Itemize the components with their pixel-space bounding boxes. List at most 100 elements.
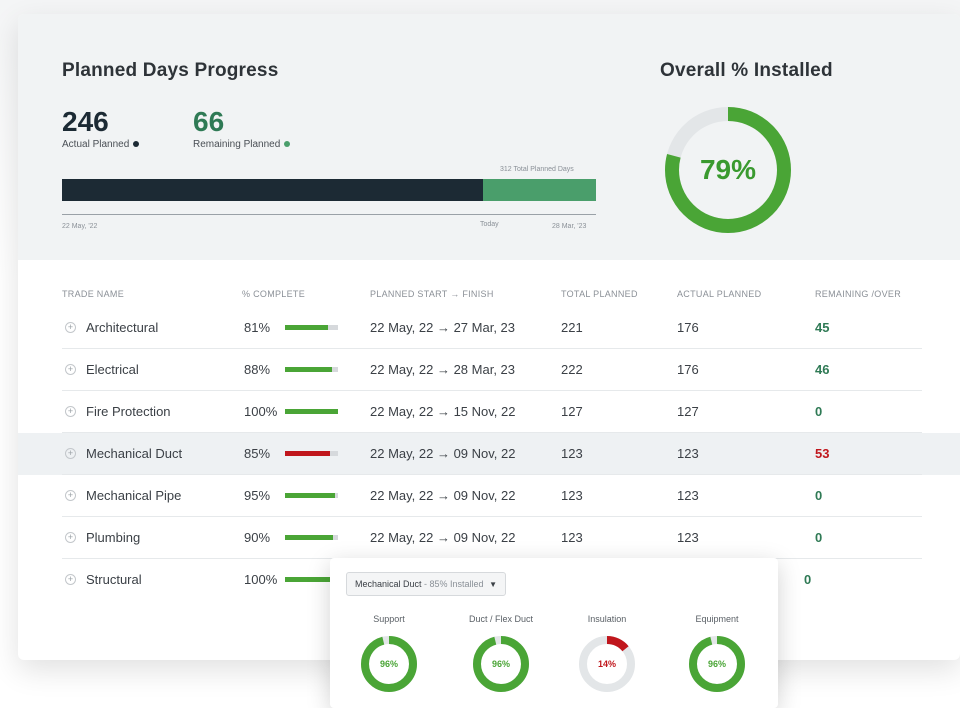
actual-planned-value: 246 — [62, 106, 109, 137]
trade-name: Mechanical Duct — [86, 446, 183, 461]
percent-complete: 100% — [244, 404, 278, 419]
remaining-over: 45 — [815, 320, 830, 335]
overall-installed-donut: 79% — [654, 106, 802, 234]
table-row[interactable]: + Fire Protection 100% 22 May, 22 → 15 Nov,… — [18, 391, 960, 433]
expand-plus-icon[interactable]: + — [65, 406, 76, 417]
progress-bar-fill — [285, 409, 338, 414]
percent-complete: 100% — [244, 572, 278, 587]
total-planned: 123 — [561, 488, 583, 503]
timeline-end-label: 28 Mar, '23 — [552, 223, 587, 230]
dropdown-installed-text: - 85% Installed — [421, 579, 484, 589]
component-label: Insulation — [587, 614, 627, 624]
table-row[interactable]: + Mechanical Duct 85% 22 May, 22 → 09 Nov, … — [18, 433, 960, 475]
progress-bar — [285, 367, 338, 372]
remaining-planned-bar — [482, 179, 596, 201]
percent-complete: 81% — [244, 320, 271, 335]
total-planned: 123 — [561, 446, 583, 461]
trade-name: Electrical — [86, 362, 139, 377]
expand-plus-icon[interactable]: + — [65, 532, 76, 543]
progress-bar-fill — [285, 325, 328, 330]
component-label: Equipment — [695, 614, 739, 624]
table-row[interactable]: + Mechanical Pipe 95% 22 May, 22 → 09 Nov, … — [18, 475, 960, 517]
trade-name: Plumbing — [86, 530, 141, 545]
progress-bar-fill — [285, 493, 336, 498]
table-row[interactable]: + Electrical 88% 22 May, 22 → 28 Mar, 23 222… — [18, 349, 960, 391]
timeline-today-label: Today — [480, 221, 499, 228]
remaining-over: 46 — [815, 362, 830, 377]
total-planned: 221 — [561, 320, 583, 335]
trade-name: Mechanical Pipe — [86, 488, 182, 503]
actual-planned-legend: Actual Planned — [62, 139, 140, 150]
component-donut: Equipment 96% — [672, 614, 762, 694]
percent-complete: 88% — [244, 362, 271, 377]
expand-plus-icon[interactable]: + — [65, 448, 76, 459]
expand-plus-icon[interactable]: + — [65, 574, 76, 585]
remaining-legend-dot — [284, 141, 291, 148]
component-donut: Support 96% — [344, 614, 434, 694]
progress-bar-fill — [285, 451, 331, 456]
planned-dates: 22 May, 22 → 09 Nov, 22 — [370, 446, 516, 461]
expand-plus-icon[interactable]: + — [65, 364, 76, 375]
overall-installed-title: Overall % Installed — [660, 60, 833, 81]
progress-bar — [285, 451, 338, 456]
actual-planned: 127 — [677, 404, 699, 419]
remaining-over: 0 — [815, 488, 823, 503]
progress-bar-fill — [285, 367, 332, 372]
header-actual-planned: ACTUAL PLANNED — [677, 289, 762, 299]
component-label: Duct / Flex Duct — [468, 614, 533, 624]
progress-bar — [285, 493, 338, 498]
planned-days-bar — [62, 179, 596, 201]
trade-name: Fire Protection — [86, 404, 171, 419]
total-planned: 127 — [561, 404, 583, 419]
total-planned: 123 — [561, 530, 583, 545]
timeline-axis — [62, 214, 596, 215]
component-value: 96% — [491, 659, 510, 669]
percent-complete: 90% — [244, 530, 271, 545]
chevron-down-icon: ▼ — [489, 580, 498, 589]
component-value: 96% — [379, 659, 398, 669]
progress-bar — [285, 409, 338, 414]
remaining-planned-label: Remaining Planned — [193, 139, 281, 150]
actual-planned-label: Actual Planned — [62, 139, 130, 150]
planned-dates: 22 May, 22 → 09 Nov, 22 — [370, 488, 516, 503]
trade-select-dropdown[interactable]: Mechanical Duct - 85% Installed ▼ — [346, 572, 507, 596]
dropdown-trade-name: Mechanical Duct — [355, 579, 422, 589]
component-ring: 96% — [359, 634, 419, 694]
progress-bar — [285, 535, 338, 540]
component-ring: 96% — [687, 634, 747, 694]
remaining-over: 0 — [815, 404, 823, 419]
percent-complete: 95% — [244, 488, 271, 503]
remaining-planned-value: 66 — [193, 106, 225, 137]
remaining-over: 0 — [804, 572, 812, 587]
summary-panel: Planned Days Progress 246 Actual Planned… — [18, 14, 960, 260]
total-planned: 222 — [561, 362, 583, 377]
header-percent-complete: % COMPLETE — [242, 289, 306, 299]
actual-planned: 123 — [677, 446, 699, 461]
component-ring: 14% — [577, 634, 637, 694]
header-trade-name: TRADE NAME — [62, 289, 125, 299]
remaining-planned-legend: Remaining Planned — [193, 139, 291, 150]
planned-dates: 22 May, 22 → 27 Mar, 23 — [370, 320, 515, 335]
component-donut: Insulation 14% — [562, 614, 652, 694]
component-value: 96% — [707, 659, 726, 669]
expand-plus-icon[interactable]: + — [65, 490, 76, 501]
planned-dates: 22 May, 22 → 28 Mar, 23 — [370, 362, 515, 377]
progress-bar-fill — [285, 535, 333, 540]
component-ring: 96% — [471, 634, 531, 694]
header-total-planned: TOTAL PLANNED — [561, 289, 638, 299]
actual-planned: 123 — [677, 488, 699, 503]
progress-bar — [285, 325, 338, 330]
actual-planned: 176 — [677, 320, 699, 335]
component-label: Support — [373, 614, 405, 624]
remaining-over: 0 — [815, 530, 823, 545]
trade-name: Architectural — [86, 320, 159, 335]
component-donut: Duct / Flex Duct 96% — [456, 614, 546, 694]
table-row[interactable]: + Plumbing 90% 22 May, 22 → 09 Nov, 22 123 12… — [18, 517, 960, 559]
table-row[interactable]: + Architectural 81% 22 May, 22 → 27 Mar, 23… — [18, 307, 960, 349]
expand-plus-icon[interactable]: + — [65, 322, 76, 333]
header-planned-dates: PLANNED START → FINISH — [370, 289, 494, 299]
planned-dates: 22 May, 22 → 09 Nov, 22 — [370, 530, 516, 545]
actual-planned-bar — [62, 179, 483, 201]
trade-breakdown-popup: Mechanical Duct - 85% Installed ▼ Suppor… — [330, 558, 778, 708]
actual-legend-dot — [133, 141, 140, 148]
